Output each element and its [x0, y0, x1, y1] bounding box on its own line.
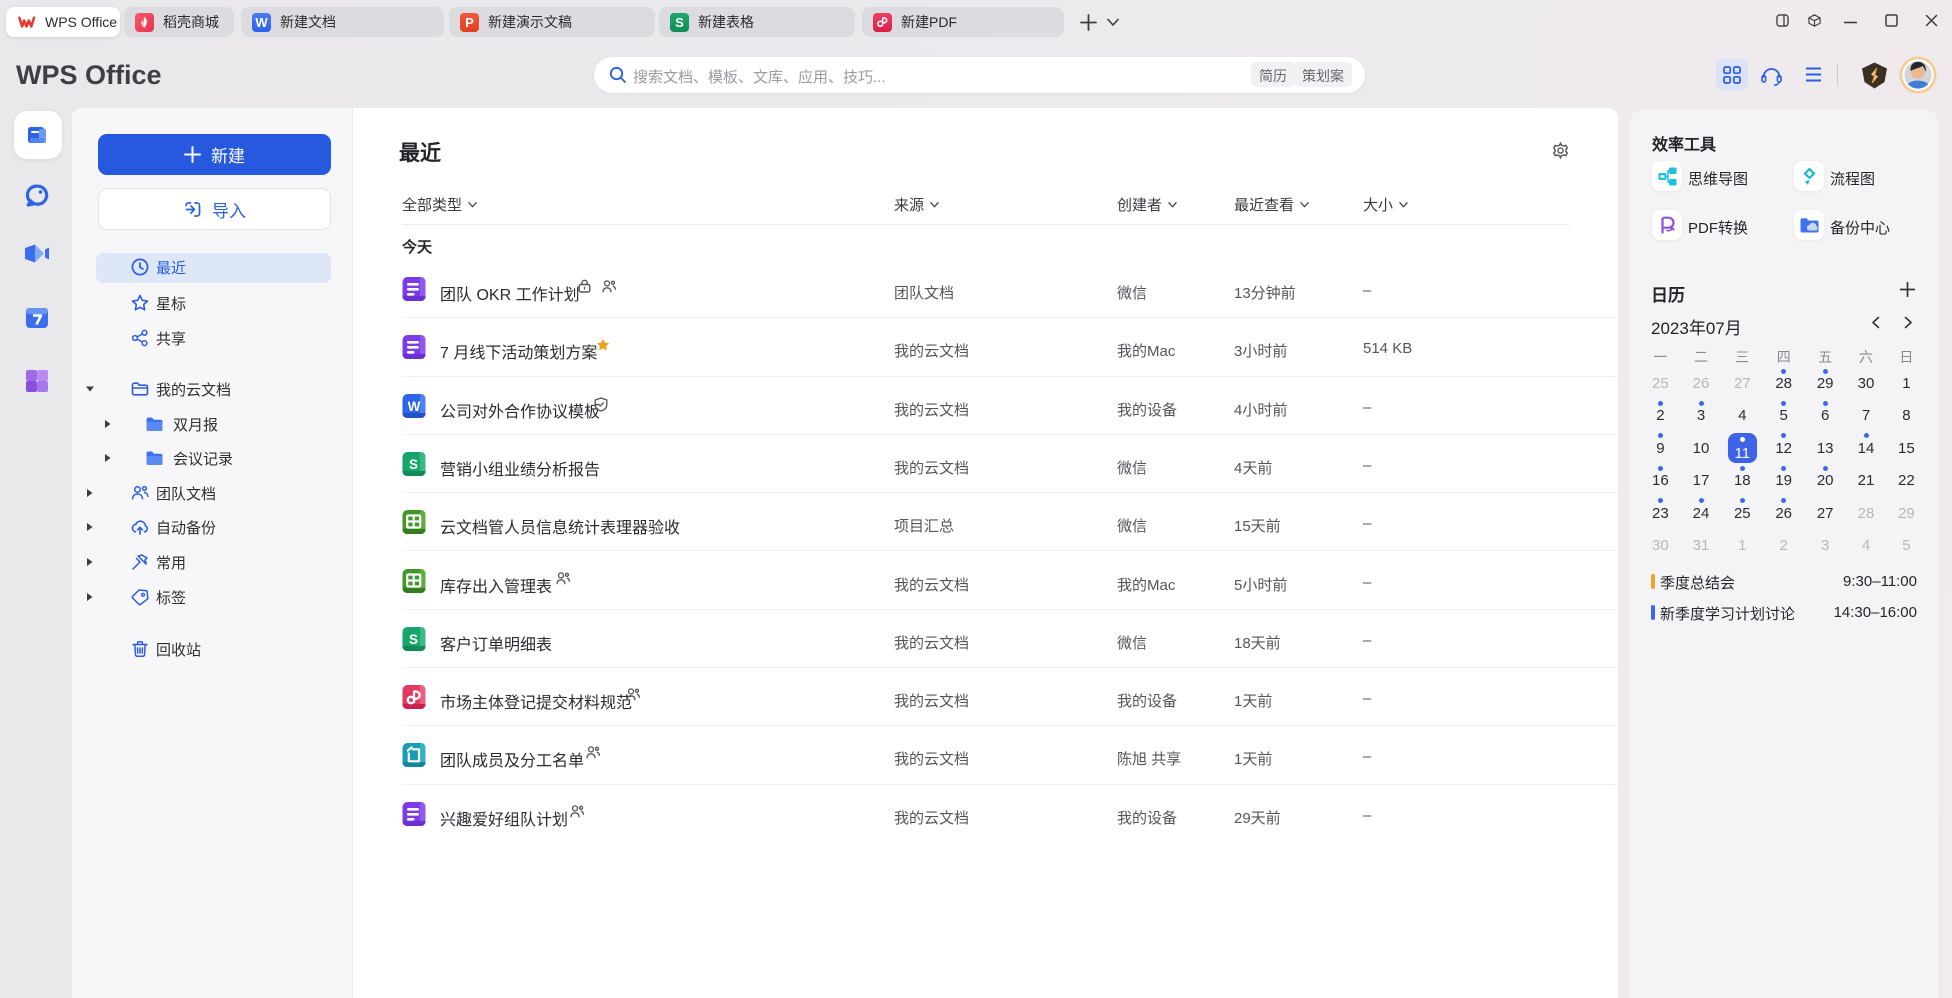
svg-text:S: S	[409, 457, 418, 472]
svg-text:W: W	[408, 399, 421, 414]
svg-text:S: S	[409, 632, 418, 647]
